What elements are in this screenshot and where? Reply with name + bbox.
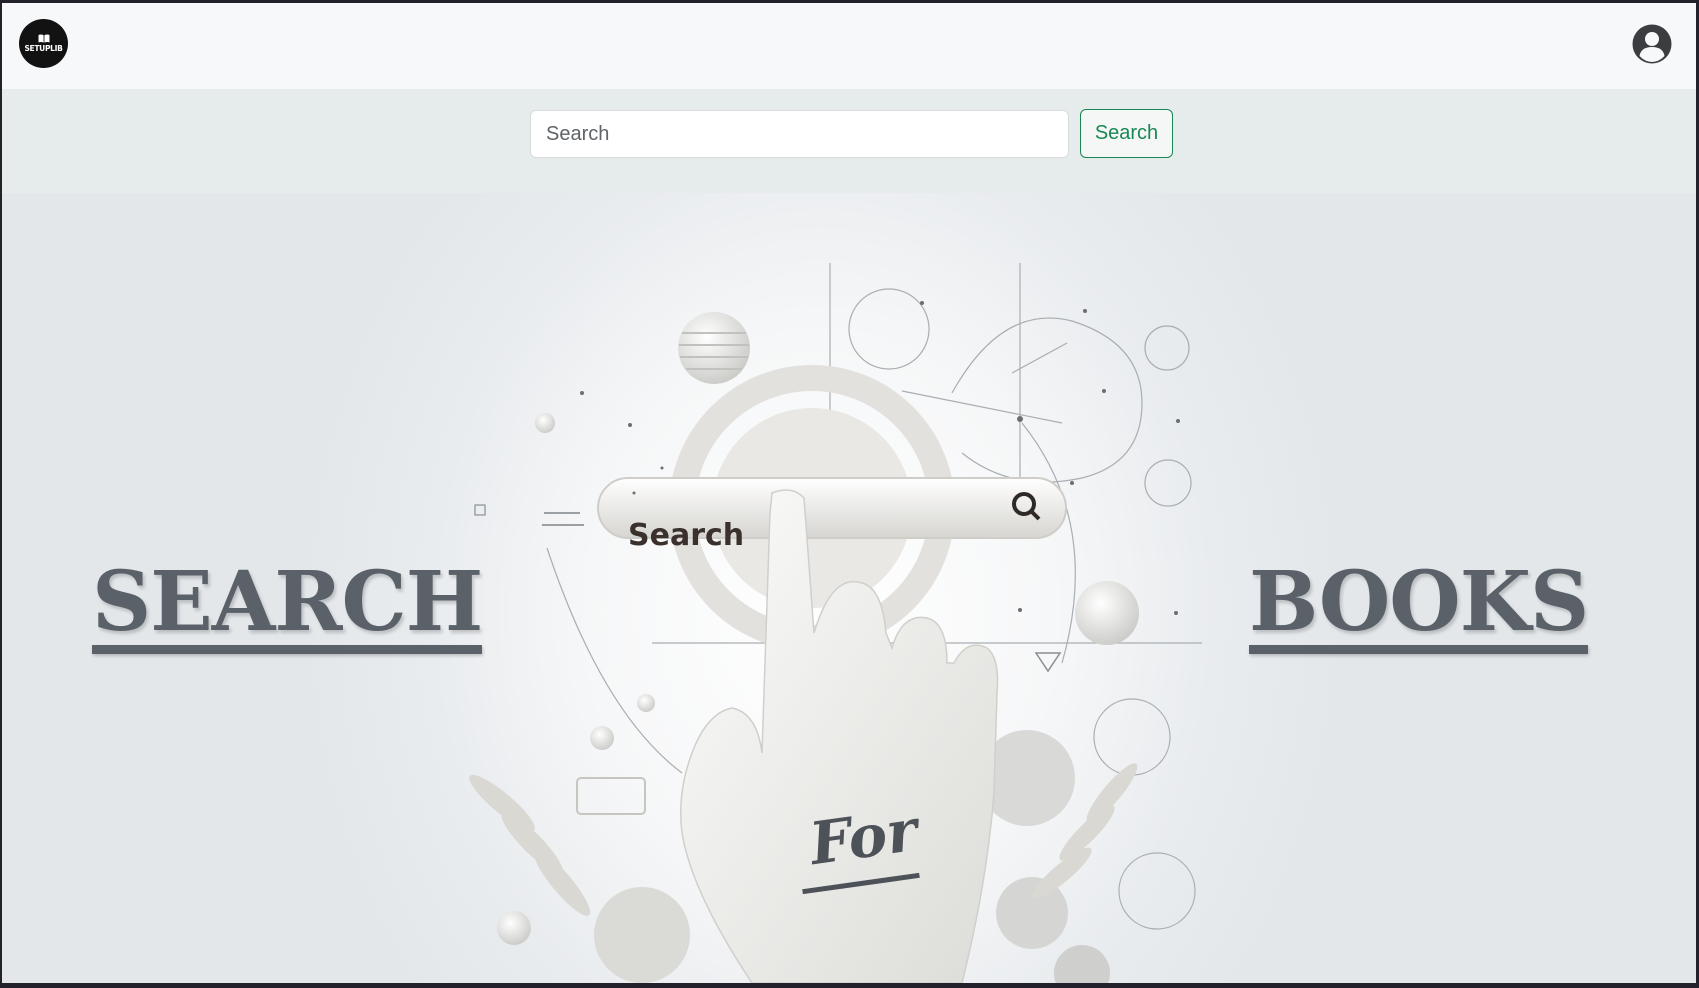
browser-viewport: SETUPLIB Search Search Search SEARCH For… (2, 3, 1696, 983)
search-button[interactable]: Search (1080, 109, 1173, 158)
search-input[interactable] (530, 110, 1069, 158)
navbar: SETUPLIB (2, 3, 1696, 89)
book-icon (38, 34, 49, 43)
user-circle-icon[interactable] (1632, 24, 1672, 64)
site-logo[interactable]: SETUPLIB (19, 19, 68, 68)
illustration-searchbar-text: Search (628, 518, 745, 553)
hero-banner: Search SEARCH For BOOKS (2, 193, 1696, 983)
logo-text: SETUPLIB (24, 44, 63, 53)
hero-word-books: BOOKS (1249, 561, 1589, 654)
hero-word-search: SEARCH (92, 561, 483, 654)
